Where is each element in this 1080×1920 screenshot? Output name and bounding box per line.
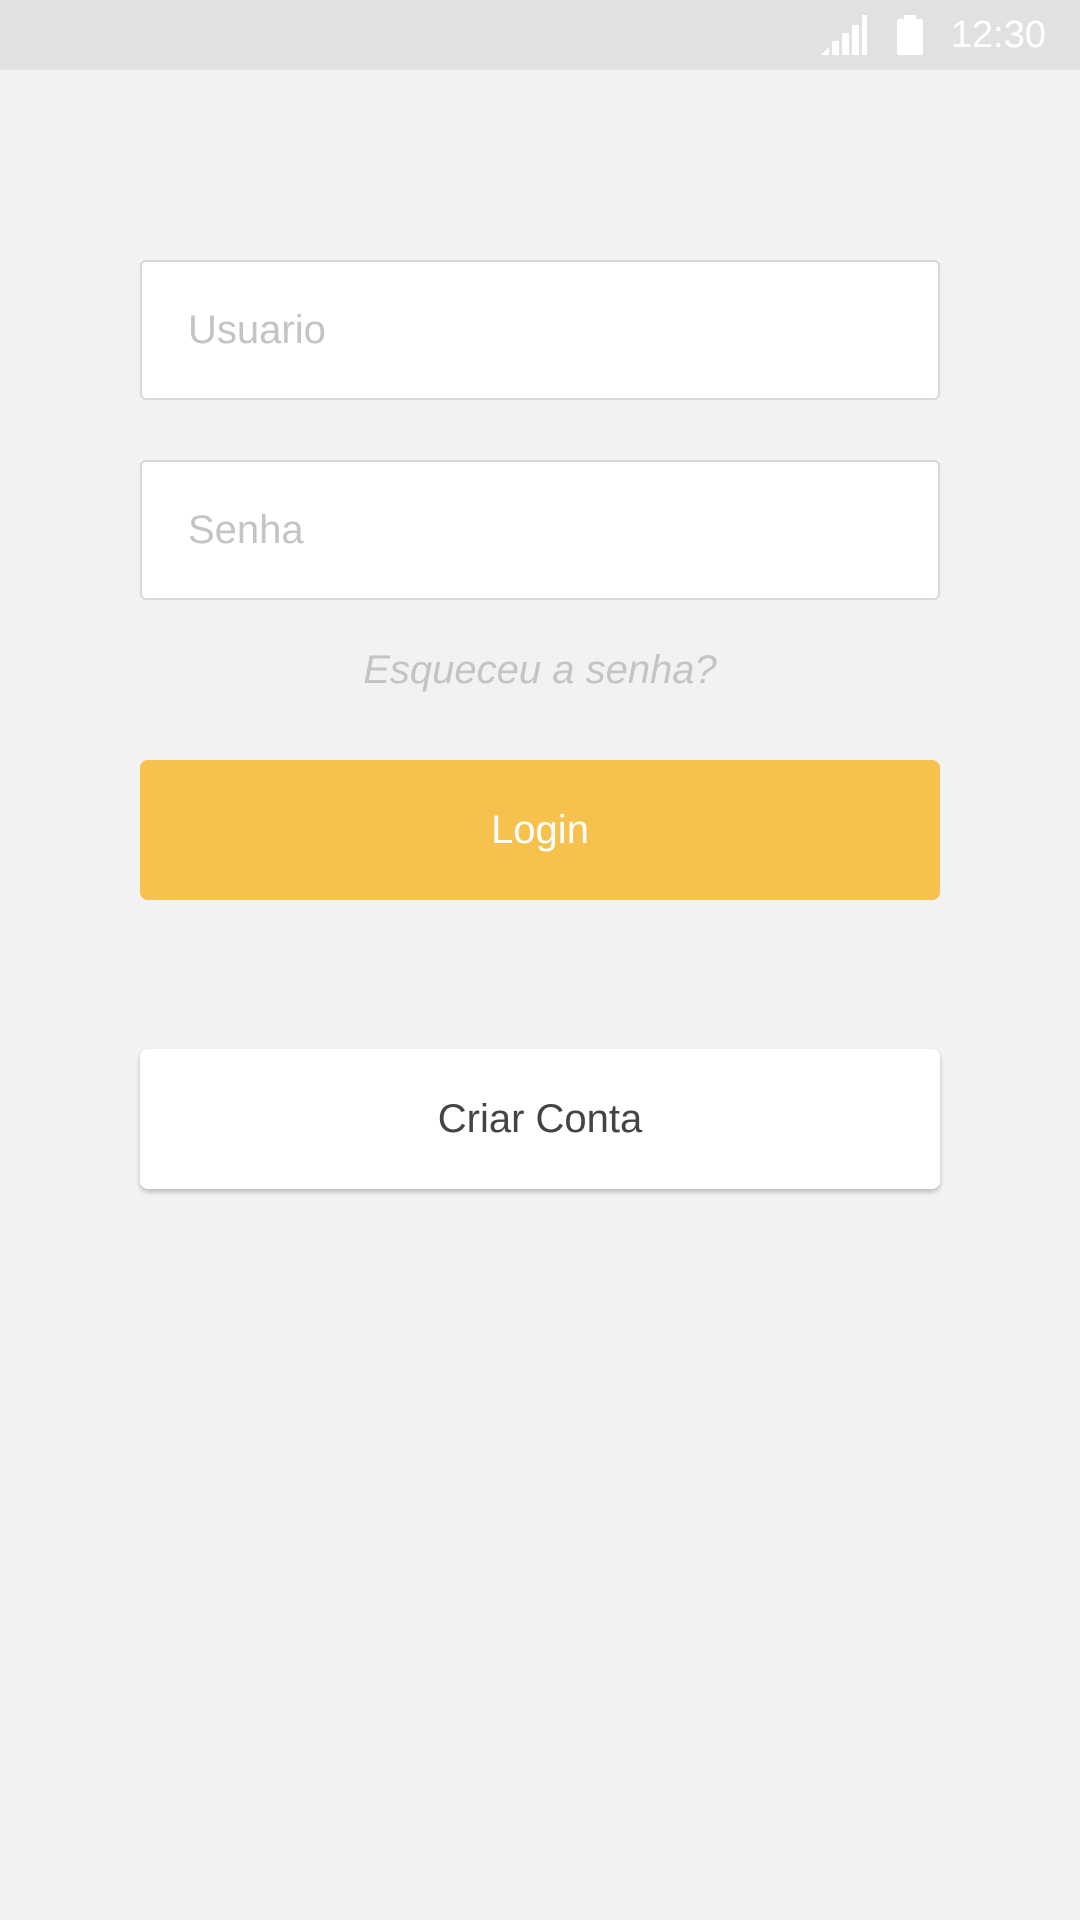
status-bar: 12:30 xyxy=(0,0,1080,70)
create-account-button[interactable]: Criar Conta xyxy=(140,1049,940,1189)
login-screen: 12:30 Esqueceu a senha? Login Criar Cont… xyxy=(0,0,1080,1920)
signal-icon xyxy=(820,15,867,55)
password-field[interactable] xyxy=(140,460,940,600)
forgot-password-link[interactable]: Esqueceu a senha? xyxy=(140,648,940,693)
status-time: 12:30 xyxy=(950,14,1046,56)
login-button[interactable]: Login xyxy=(140,760,940,900)
username-field[interactable] xyxy=(140,260,940,400)
status-icons: 12:30 xyxy=(820,0,1046,70)
battery-icon xyxy=(896,15,923,55)
